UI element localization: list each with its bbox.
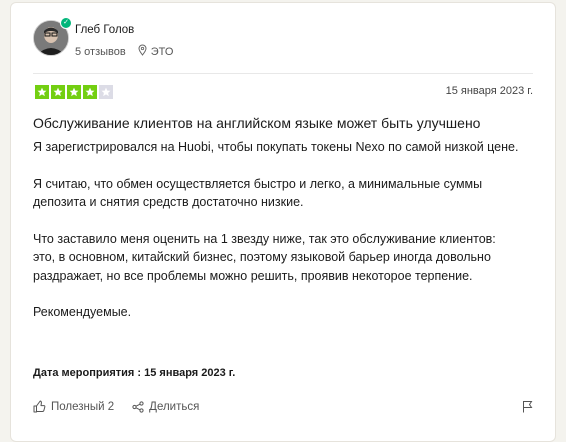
review-paragraph: Я зарегистрировался на Huobi, чтобы поку… xyxy=(33,140,519,154)
reviews-count: 5 отзывов xyxy=(75,45,126,58)
star-filled-icon xyxy=(51,85,65,99)
user-info: Глеб Голов 5 отзывов ЭТО xyxy=(75,24,173,59)
reviewer-name[interactable]: Глеб Голов xyxy=(75,24,173,40)
experience-date-label: Дата мероприятия : xyxy=(33,367,142,379)
star-filled-icon xyxy=(35,85,49,99)
review-title[interactable]: Обслуживание клиентов на английском язык… xyxy=(33,115,543,131)
thumbs-up-icon xyxy=(33,400,46,413)
verified-badge: ✓ xyxy=(60,17,72,29)
share-icon xyxy=(132,400,144,413)
share-label: Делиться xyxy=(149,400,200,413)
reviewer-meta: 5 отзывов ЭТО xyxy=(75,44,173,59)
reviewer-country: ЭТО xyxy=(150,45,174,58)
location-pin-icon xyxy=(138,44,147,59)
review-paragraph: Я считаю, что обмен осуществляется быстр… xyxy=(33,176,483,210)
divider xyxy=(33,73,533,74)
useful-button[interactable]: Полезный 2 xyxy=(33,400,114,413)
experience-date: Дата мероприятия : 15 января 2023 г. xyxy=(33,367,235,379)
report-button[interactable] xyxy=(522,400,533,416)
review-body: Я зарегистрировался на Huobi, чтобы поку… xyxy=(33,138,538,322)
review-footer: Полезный 2 Делиться xyxy=(33,400,533,413)
review-card: ✓ Глеб Голов 5 отзывов ЭТО 15 января 202… xyxy=(10,2,556,442)
useful-label: Полезный 2 xyxy=(51,400,115,413)
review-paragraph: Рекомендуемые. xyxy=(33,305,132,319)
star-empty-icon xyxy=(99,85,113,99)
experience-date-value: 15 января 2023 г. xyxy=(144,367,236,379)
star-filled-icon xyxy=(83,85,97,99)
star-filled-icon xyxy=(67,85,81,99)
reviewer-header: ✓ Глеб Голов 5 отзывов ЭТО xyxy=(33,17,173,59)
review-paragraph: Что заставило меня оценить на 1 звезду н… xyxy=(33,231,496,283)
share-button[interactable]: Делиться xyxy=(132,401,199,413)
avatar[interactable]: ✓ xyxy=(33,17,72,56)
flag-icon xyxy=(523,401,533,413)
star-rating xyxy=(35,85,113,99)
review-date: 15 января 2023 г. xyxy=(445,85,533,97)
check-icon: ✓ xyxy=(61,18,71,28)
